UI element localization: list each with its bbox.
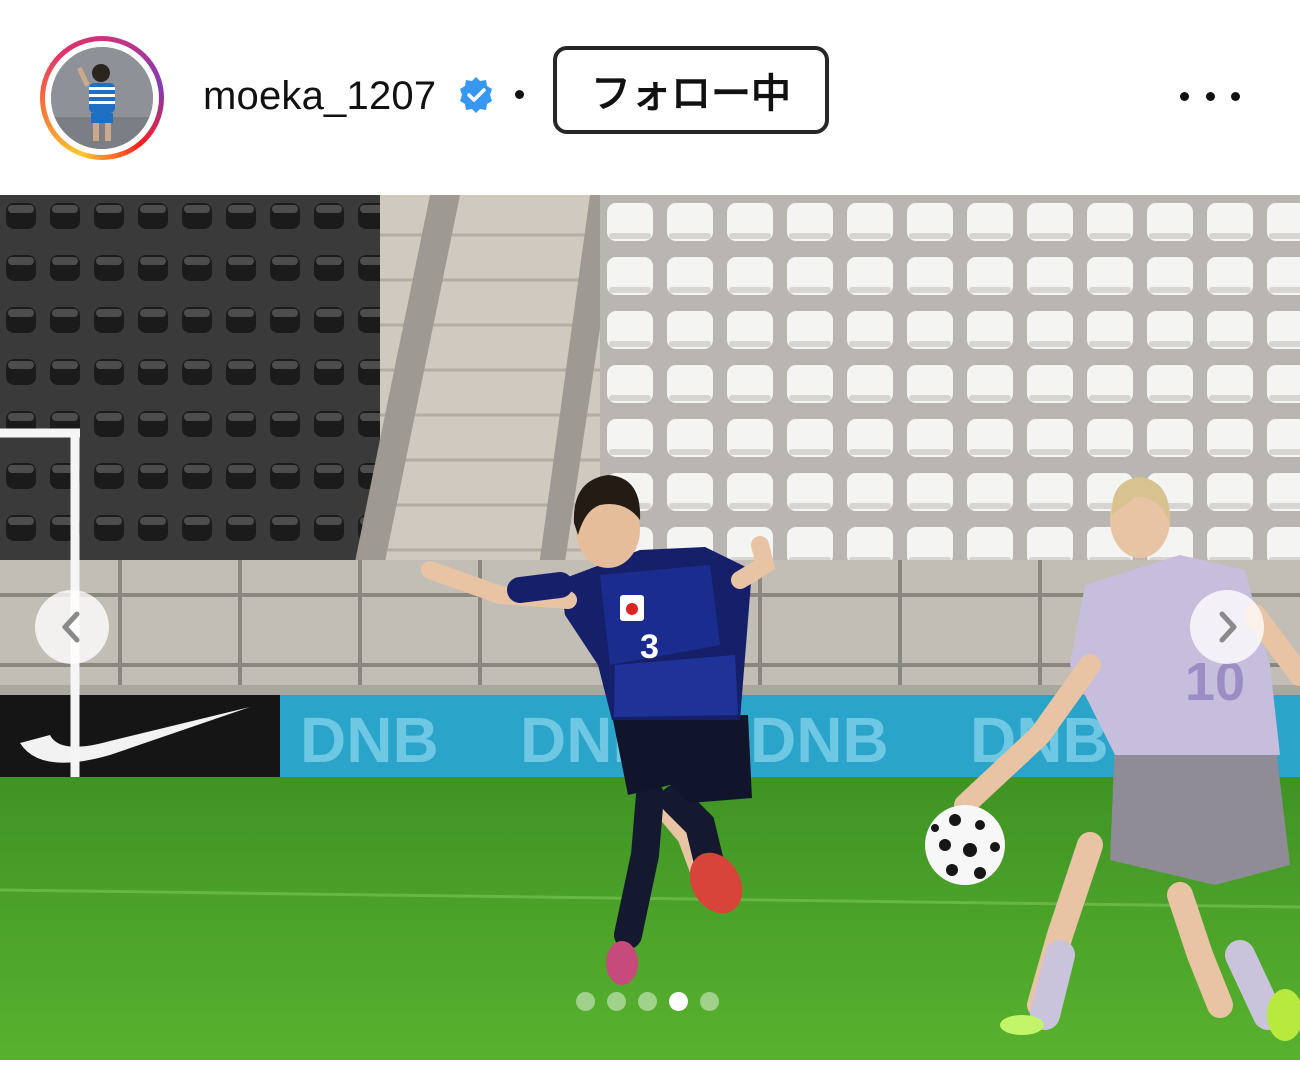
username[interactable]: moeka_1207	[203, 72, 436, 120]
carousel-prev-button[interactable]	[35, 590, 109, 664]
carousel-dot	[607, 992, 626, 1011]
separator-dot	[515, 90, 524, 99]
soccer-match-photo: DNB DNB DNB DNB 3 10	[0, 195, 1300, 1060]
carousel-indicator	[576, 992, 719, 1012]
chevron-left-icon	[62, 611, 80, 643]
carousel-next-button[interactable]	[1190, 590, 1264, 664]
carousel-dot	[638, 992, 657, 1011]
verified-badge-icon	[460, 77, 492, 113]
more-options-icon[interactable]	[1180, 78, 1240, 114]
jersey-number: 3	[640, 628, 659, 666]
following-button[interactable]: フォロー中	[553, 46, 829, 134]
ad-board-text: DNB	[750, 704, 889, 776]
carousel-dot	[700, 992, 719, 1011]
ad-board-text: DNB	[300, 704, 439, 776]
avatar[interactable]	[51, 47, 153, 149]
avatar-image	[51, 47, 153, 149]
chevron-right-icon	[1219, 611, 1237, 643]
carousel-dot	[576, 992, 595, 1011]
carousel-dot	[669, 992, 688, 1011]
post-header: moeka_1207 フォロー中	[0, 0, 1300, 195]
soccer-ball	[925, 805, 1005, 885]
story-ring[interactable]	[40, 36, 164, 160]
post-photo[interactable]: DNB DNB DNB DNB 3 10	[0, 195, 1300, 1060]
